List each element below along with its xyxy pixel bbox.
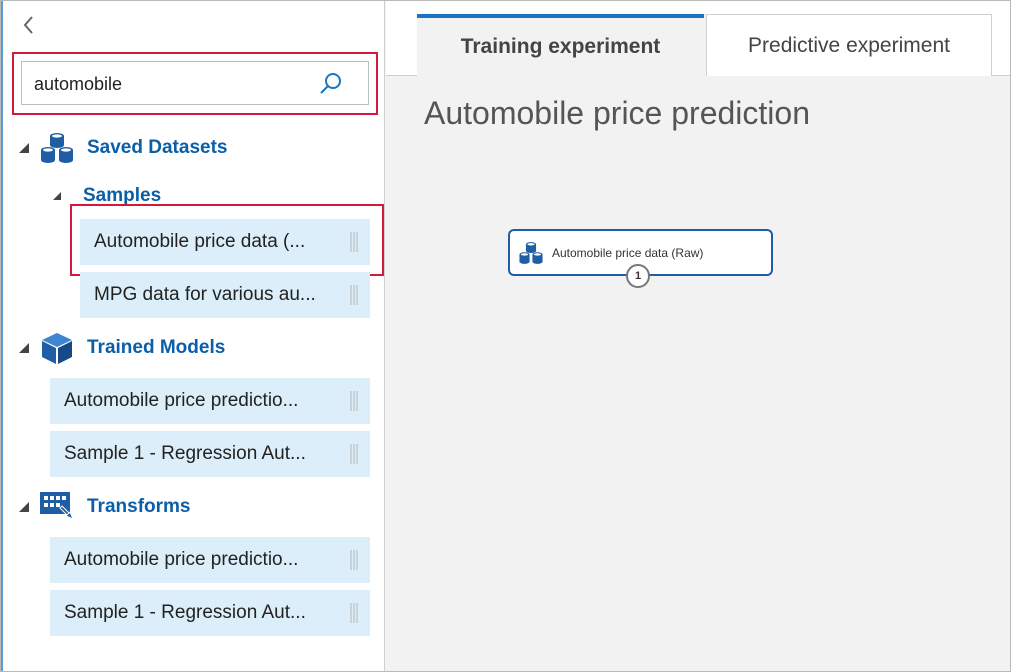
module-palette: Saved Datasets Samples Automobile price … <box>3 1 385 671</box>
drag-grip-icon[interactable] <box>350 444 358 464</box>
output-port[interactable]: 1 <box>626 264 650 288</box>
tab-training-experiment[interactable]: Training experiment <box>417 14 704 76</box>
search-input[interactable] <box>34 71 304 97</box>
category-saved-datasets[interactable]: Saved Datasets <box>17 132 227 164</box>
item-label: Sample 1 - Regression Aut... <box>64 443 306 464</box>
list-item-transform-sample-1-regression[interactable]: Sample 1 - Regression Aut... <box>50 590 370 636</box>
tab-label: Training experiment <box>460 35 661 58</box>
experiment-canvas: Training experiment Predictive experimen… <box>386 1 1010 671</box>
module-label: Automobile price data (Raw) <box>552 245 704 260</box>
item-highlight-box <box>70 204 384 276</box>
list-item-transform-automobile-price-prediction[interactable]: Automobile price predictio... <box>50 537 370 583</box>
expanded-triangle-icon <box>53 192 61 200</box>
search-icon[interactable] <box>318 71 344 97</box>
category-trained-models[interactable]: Trained Models <box>17 332 225 364</box>
cube-icon <box>42 333 72 364</box>
chevron-left-icon <box>23 16 33 34</box>
drag-grip-icon[interactable] <box>350 603 358 623</box>
dataset-icon <box>519 241 543 264</box>
drag-grip-icon[interactable] <box>350 550 358 570</box>
drag-grip-icon[interactable] <box>350 285 358 305</box>
list-item-mpg-data[interactable]: MPG data for various au... <box>80 272 370 318</box>
expanded-triangle-icon <box>19 343 29 353</box>
category-label: Saved Datasets <box>87 137 228 158</box>
tabbar-divider <box>992 75 1010 76</box>
list-item-trained-automobile-price-prediction[interactable]: Automobile price predictio... <box>50 378 370 424</box>
item-label: MPG data for various au... <box>94 284 316 305</box>
category-label: Trained Models <box>87 337 226 358</box>
item-label: Automobile price predictio... <box>64 549 299 570</box>
tabbar-background <box>417 1 704 14</box>
tabbar-divider <box>386 75 417 76</box>
dataset-icon <box>41 133 73 163</box>
item-label: Automobile price predictio... <box>64 390 299 411</box>
tabbar-background <box>386 1 417 75</box>
transform-icon <box>40 492 74 520</box>
search-box <box>21 61 369 105</box>
tabbar-background <box>704 1 1010 14</box>
expanded-triangle-icon <box>19 502 29 512</box>
list-item-trained-sample-1-regression[interactable]: Sample 1 - Regression Aut... <box>50 431 370 477</box>
experiment-title[interactable]: Automobile price prediction <box>424 95 810 132</box>
expanded-triangle-icon <box>19 143 29 153</box>
category-transforms[interactable]: Transforms <box>17 491 190 523</box>
collapse-back-button[interactable] <box>19 13 39 37</box>
tabbar-background <box>992 14 1010 75</box>
drag-grip-icon[interactable] <box>350 391 358 411</box>
experiment-tabs: Training experiment Predictive experimen… <box>386 1 1010 76</box>
category-label: Transforms <box>87 496 191 517</box>
tab-label: Predictive experiment <box>748 33 950 57</box>
item-label: Sample 1 - Regression Aut... <box>64 602 306 623</box>
tab-predictive-experiment[interactable]: Predictive experiment <box>706 14 992 76</box>
